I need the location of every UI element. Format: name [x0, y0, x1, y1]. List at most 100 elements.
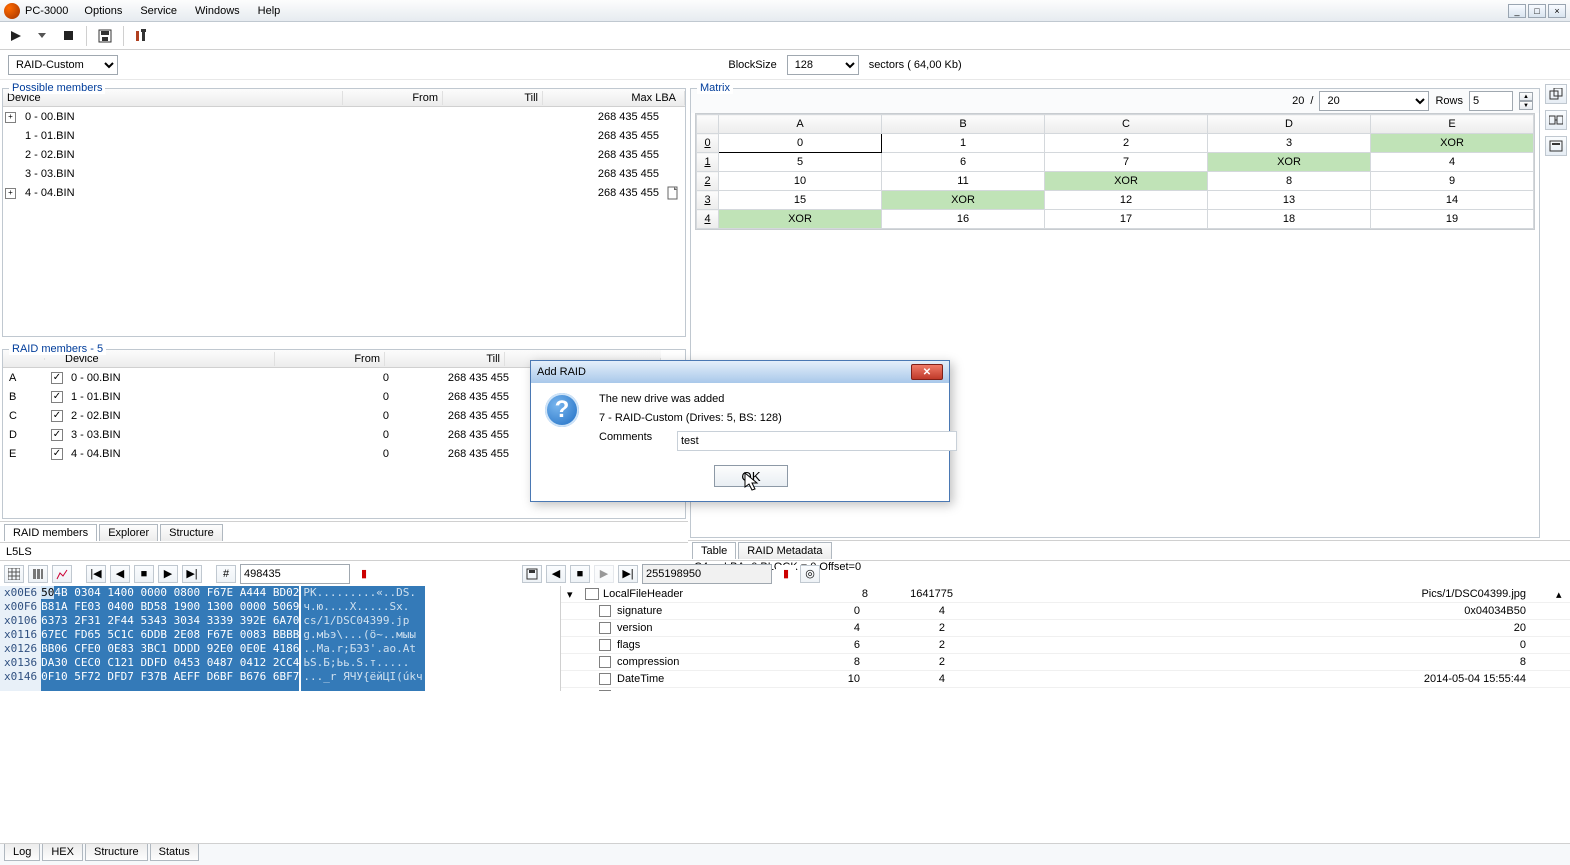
matrix-table[interactable]: ABCDE00123XOR1567XOR421011XOR89315XOR121…: [696, 114, 1534, 229]
matrix-rows-input[interactable]: [1469, 91, 1513, 111]
save-button[interactable]: [95, 26, 115, 46]
raid-type-select[interactable]: RAID-Custom: [8, 55, 118, 75]
hex-left-pos-input[interactable]: [240, 564, 350, 584]
hex-first-button[interactable]: |◀: [86, 565, 106, 583]
col-from[interactable]: From: [343, 91, 443, 105]
possible-row[interactable]: + 4 - 04.BIN 268 435 455: [3, 183, 685, 202]
tab-structure[interactable]: Structure: [160, 524, 223, 541]
matrix-cell[interactable]: 9: [1371, 172, 1534, 191]
struct-field[interactable]: version 4 2 20: [561, 620, 1570, 637]
ok-button[interactable]: OK: [714, 465, 788, 487]
struct-collapse[interactable]: ▾: [567, 588, 581, 601]
matrix-cell[interactable]: 3: [1208, 134, 1371, 153]
tab-explorer[interactable]: Explorer: [99, 524, 158, 541]
struct-field[interactable]: flags 6 2 0: [561, 637, 1570, 654]
rows-up[interactable]: ▲: [1519, 92, 1533, 101]
field-checkbox[interactable]: [599, 690, 611, 691]
hex-r-prev[interactable]: ◀: [546, 565, 566, 583]
blocksize-select[interactable]: 128: [787, 55, 859, 75]
matrix-row-hdr[interactable]: 0: [697, 134, 719, 153]
matrix-cell[interactable]: 1: [882, 134, 1045, 153]
menu-windows[interactable]: Windows: [191, 4, 244, 18]
matrix-col[interactable]: D: [1208, 115, 1371, 134]
matrix-total-select[interactable]: 20: [1319, 91, 1429, 111]
matrix-cell[interactable]: XOR: [1208, 153, 1371, 172]
field-checkbox[interactable]: [599, 605, 611, 617]
minimize-button[interactable]: _: [1508, 4, 1526, 18]
tab-structure-bottom[interactable]: Structure: [85, 844, 148, 861]
hex-marker2-icon[interactable]: ▮: [776, 565, 796, 583]
menu-service[interactable]: Service: [136, 4, 181, 18]
member-checkbox[interactable]: ✓: [51, 410, 63, 422]
field-checkbox[interactable]: [599, 639, 611, 651]
col-till[interactable]: Till: [385, 352, 505, 366]
dialog-close-button[interactable]: ✕: [911, 364, 943, 380]
matrix-cell[interactable]: 13: [1208, 191, 1371, 210]
hex-stop-button[interactable]: ■: [134, 565, 154, 583]
possible-body[interactable]: + 0 - 00.BIN 268 435 455 1 - 01.BIN 268 …: [3, 107, 685, 202]
matrix-cell[interactable]: 11: [882, 172, 1045, 191]
matrix-row-hdr[interactable]: 1: [697, 153, 719, 172]
matrix-cell[interactable]: 2: [1045, 134, 1208, 153]
matrix-cell[interactable]: 14: [1371, 191, 1534, 210]
maximize-button[interactable]: □: [1528, 4, 1546, 18]
menu-help[interactable]: Help: [254, 4, 285, 18]
member-checkbox[interactable]: ✓: [51, 391, 63, 403]
hex-chart-icon[interactable]: [52, 565, 72, 583]
matrix-row-hdr[interactable]: 3: [697, 191, 719, 210]
col-maxlba[interactable]: Max LBA: [543, 91, 685, 105]
possible-row[interactable]: 1 - 01.BIN 268 435 455: [3, 126, 685, 145]
matrix-cell[interactable]: XOR: [882, 191, 1045, 210]
matrix-cell[interactable]: 16: [882, 210, 1045, 229]
comments-input[interactable]: [677, 431, 957, 451]
field-checkbox[interactable]: [599, 656, 611, 668]
close-button[interactable]: ×: [1548, 4, 1566, 18]
field-checkbox[interactable]: [599, 673, 611, 685]
hex-hash-icon[interactable]: #: [216, 565, 236, 583]
possible-row[interactable]: 3 - 03.BIN 268 435 455: [3, 164, 685, 183]
matrix-cell[interactable]: 4: [1371, 153, 1534, 172]
matrix-cell[interactable]: XOR: [1371, 134, 1534, 153]
matrix-row-hdr[interactable]: 4: [697, 210, 719, 229]
matrix-tool-3[interactable]: [1545, 136, 1567, 156]
tab-raid-metadata[interactable]: RAID Metadata: [738, 542, 831, 559]
hex-r-next[interactable]: ▶: [594, 565, 614, 583]
expand-icon[interactable]: +: [5, 188, 16, 199]
matrix-cell[interactable]: XOR: [719, 210, 882, 229]
hex-last-button[interactable]: ▶|: [182, 565, 202, 583]
tab-hex[interactable]: HEX: [42, 844, 83, 861]
tab-log[interactable]: Log: [4, 844, 40, 861]
tab-status[interactable]: Status: [150, 844, 199, 861]
matrix-cell[interactable]: 5: [719, 153, 882, 172]
hex-grid-icon[interactable]: [4, 565, 24, 583]
struct-field[interactable]: DateTime 10 4 2014-05-04 15:55:44: [561, 671, 1570, 688]
field-checkbox[interactable]: [599, 622, 611, 634]
matrix-cell[interactable]: 18: [1208, 210, 1371, 229]
hex-bytes[interactable]: 504B 0304 1400 0000 0800 F67E A444 BD02 …: [41, 586, 299, 691]
tools-button[interactable]: [132, 26, 152, 46]
member-checkbox[interactable]: ✓: [51, 372, 63, 384]
matrix-tool-2[interactable]: [1545, 110, 1567, 130]
hex-next-button[interactable]: ▶: [158, 565, 178, 583]
matrix-cell[interactable]: 8: [1208, 172, 1371, 191]
matrix-col[interactable]: A: [719, 115, 882, 134]
matrix-cell[interactable]: 12: [1045, 191, 1208, 210]
hex-ascii[interactable]: PK.........«..DS. ч.ю....X.....Sx. cs/1/…: [299, 586, 424, 691]
matrix-tool-1[interactable]: [1545, 84, 1567, 104]
matrix-cell[interactable]: 7: [1045, 153, 1208, 172]
matrix-row-hdr[interactable]: 2: [697, 172, 719, 191]
tab-table[interactable]: Table: [692, 542, 736, 559]
hex-r-stop[interactable]: ■: [570, 565, 590, 583]
matrix-cell[interactable]: 0: [719, 134, 882, 153]
possible-row[interactable]: 2 - 02.BIN 268 435 455: [3, 145, 685, 164]
play-button[interactable]: [6, 26, 26, 46]
rows-down[interactable]: ▼: [1519, 101, 1533, 110]
hex-save-icon[interactable]: [522, 565, 542, 583]
matrix-cell[interactable]: 19: [1371, 210, 1534, 229]
hex-r-last[interactable]: ▶|: [618, 565, 638, 583]
struct-header-name[interactable]: LocalFileHeader: [603, 588, 803, 600]
dialog-titlebar[interactable]: Add RAID ✕: [531, 361, 949, 383]
struct-field[interactable]: signature 0 4 0x04034B50: [561, 603, 1570, 620]
col-from[interactable]: From: [275, 352, 385, 366]
expand-icon[interactable]: +: [5, 112, 16, 123]
